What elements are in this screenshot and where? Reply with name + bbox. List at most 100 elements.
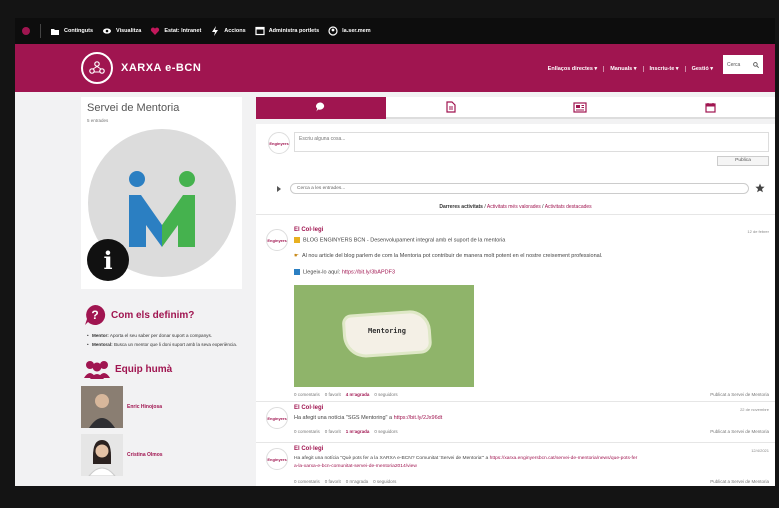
- entries-search-row: Cerca a les entrades...: [270, 183, 767, 195]
- toolbar-user[interactable]: la.ser.mem: [328, 26, 371, 36]
- person-silhouette: [81, 386, 123, 428]
- like-link[interactable]: 0 m'agrada: [346, 479, 368, 484]
- post-date: 22 de novembre: [740, 407, 769, 412]
- browser-viewport: Continguts Visualitza Estat: Intranet Ac…: [15, 18, 775, 486]
- author-avatar: Enginyers: [268, 132, 290, 154]
- nav-label: Inscriu-te: [649, 66, 675, 72]
- nav-enllacos[interactable]: Enllaços directes ▾: [542, 66, 605, 72]
- brand[interactable]: XARXA e-BCN: [81, 52, 201, 84]
- team-header: Equip humà: [81, 358, 242, 380]
- document-icon: [446, 101, 456, 113]
- main-nav: Enllaços directes ▾ Manuals ▾ Inscriu-te…: [542, 66, 719, 72]
- toolbar-separator: [40, 24, 41, 38]
- post-destination[interactable]: Publicat a Servei de Mentoria: [710, 479, 769, 484]
- community-sidebar: Servei de Mentoria 5 entrades M i ? Com …: [81, 97, 242, 477]
- comments-link[interactable]: 0 comentaris: [294, 392, 320, 397]
- like-link[interactable]: 1 m'agrada: [346, 429, 370, 434]
- tab-news[interactable]: [515, 97, 646, 119]
- team-member-name[interactable]: Enric Hinojosa: [127, 404, 162, 410]
- calendar-icon: [705, 102, 716, 113]
- caret-right-icon[interactable]: [276, 186, 282, 192]
- avatar-text: Enginyers: [267, 456, 287, 462]
- toolbar-visualitza[interactable]: Visualitza: [102, 26, 141, 36]
- author-avatar: Enginyers: [266, 229, 288, 251]
- nav-inscriu-te[interactable]: Inscriu-te ▾: [644, 66, 686, 72]
- window-icon: [255, 26, 265, 36]
- activity-panel: Enginyers Escriu alguna cosa... Publica …: [256, 124, 775, 486]
- toolbar-home[interactable]: [21, 26, 31, 36]
- composer-input[interactable]: Escriu alguna cosa...: [294, 132, 769, 152]
- post-text: Llegeix-lo aquí: https://bit.ly/3bAPDF3: [294, 269, 395, 275]
- community-tabs: [256, 97, 775, 119]
- newspaper-icon: [573, 101, 587, 113]
- post-link[interactable]: a-la-xarxa-e-bcn-comunitat-servei-de-men…: [294, 464, 417, 469]
- post-author[interactable]: El Col·legi: [294, 446, 323, 452]
- post-line-text: Llegeix-lo aquí:: [303, 269, 341, 276]
- bolt-icon: [212, 26, 219, 36]
- person-silhouette: [81, 434, 123, 477]
- community-subtitle: 5 entrades: [87, 118, 109, 123]
- post-text: a-la-xarxa-e-bcn-comunitat-servei-de-men…: [294, 464, 417, 469]
- toolbar-portlets[interactable]: Administra portlets: [255, 26, 319, 36]
- favorite-link[interactable]: 0 favorit: [325, 429, 341, 434]
- definition-term: Mentor:: [92, 333, 109, 338]
- eye-icon: [103, 28, 112, 34]
- nav-manuals[interactable]: Manuals ▾: [604, 66, 644, 72]
- tab-events[interactable]: [645, 97, 775, 119]
- author-avatar: Enginyers: [266, 407, 288, 429]
- favorite-link[interactable]: 0 favorit: [325, 479, 341, 484]
- post-link[interactable]: https://bit.ly/2Jx96dt: [394, 415, 443, 421]
- toolbar-estat[interactable]: Estat: Intranet: [150, 26, 201, 36]
- post-author[interactable]: El Col·legi: [294, 227, 323, 233]
- post-destination[interactable]: Publicat a Servei de Mentoria: [710, 429, 769, 434]
- network-people-icon: [89, 61, 105, 74]
- filter-featured[interactable]: Activitats destacades: [545, 204, 592, 210]
- site-logo-icon: [22, 27, 30, 35]
- follow-link[interactable]: 0 seguidors: [373, 479, 396, 484]
- tab-activity[interactable]: [256, 97, 386, 119]
- community-main: Enginyers Escriu alguna cosa... Publica …: [256, 97, 775, 486]
- toolbar-accions[interactable]: Accions: [210, 26, 246, 36]
- star-icon[interactable]: [755, 183, 765, 193]
- team-member[interactable]: Enric Hinojosa: [81, 386, 242, 428]
- post-text: Ha afegit una notícia "Què pots fer a la…: [294, 456, 637, 461]
- image-caption: Mentoring: [368, 327, 406, 335]
- toolbar-label: Administra portlets: [268, 28, 320, 34]
- brand-logo: [81, 52, 113, 84]
- post-text: ☛ Al nou article del blog parlem de com l…: [294, 253, 602, 259]
- tab-documents[interactable]: [385, 97, 516, 119]
- team-member-name[interactable]: Cristina Olmos: [127, 452, 163, 458]
- definition-text: Busca un mentor que li doni suport amb l…: [113, 341, 238, 347]
- post-link[interactable]: https://bit.ly/3bAPDF3: [342, 269, 395, 275]
- activity-post: Enginyers El Col·legi 12 de febrer BLOG …: [266, 227, 769, 397]
- search-icon[interactable]: [753, 61, 759, 68]
- activity-filters: Darreres activitats / Activitats més val…: [256, 204, 775, 215]
- info-button[interactable]: i: [87, 239, 129, 281]
- post-divider: [256, 401, 775, 402]
- favorite-link[interactable]: 0 favorit: [325, 392, 341, 397]
- svg-text:?: ?: [91, 308, 98, 322]
- comments-link[interactable]: 0 comentaris: [294, 429, 320, 434]
- activity-post: Enginyers El Col·legi 22 de novembre Ha …: [266, 405, 769, 439]
- like-link[interactable]: 4 m'agrada: [346, 392, 370, 397]
- filter-current[interactable]: Darreres activitats: [439, 204, 483, 210]
- publish-button[interactable]: Publica: [717, 156, 769, 166]
- comments-link[interactable]: 0 comentaris: [294, 479, 320, 484]
- site-search-input[interactable]: Cerca: [723, 55, 763, 74]
- nav-label: Manuals: [610, 66, 633, 72]
- post-image[interactable]: Mentoring: [294, 285, 474, 387]
- toolbar-continguts[interactable]: Continguts: [50, 26, 93, 36]
- follow-link[interactable]: 0 seguidors: [374, 392, 397, 397]
- entries-search-input[interactable]: Cerca a les entrades...: [290, 183, 749, 194]
- post-destination[interactable]: Publicat a Servei de Mentoria: [710, 392, 769, 397]
- community-title: Servei de Mentoria: [87, 102, 180, 114]
- brand-name: XARXA e-BCN: [121, 62, 202, 74]
- site-header: XARXA e-BCN Enllaços directes ▾ Manuals …: [15, 44, 775, 92]
- filter-most-rated[interactable]: Activitats més valorades: [487, 204, 541, 210]
- nav-gestio[interactable]: Gestió ▾: [686, 66, 719, 72]
- heart-icon: [151, 27, 160, 35]
- post-link[interactable]: https://xarxa.enginyersbcn.cat/servei-de…: [490, 456, 638, 461]
- team-member[interactable]: Cristina Olmos: [81, 434, 242, 477]
- post-author[interactable]: El Col·legi: [294, 405, 323, 411]
- follow-link[interactable]: 0 seguidors: [374, 429, 397, 434]
